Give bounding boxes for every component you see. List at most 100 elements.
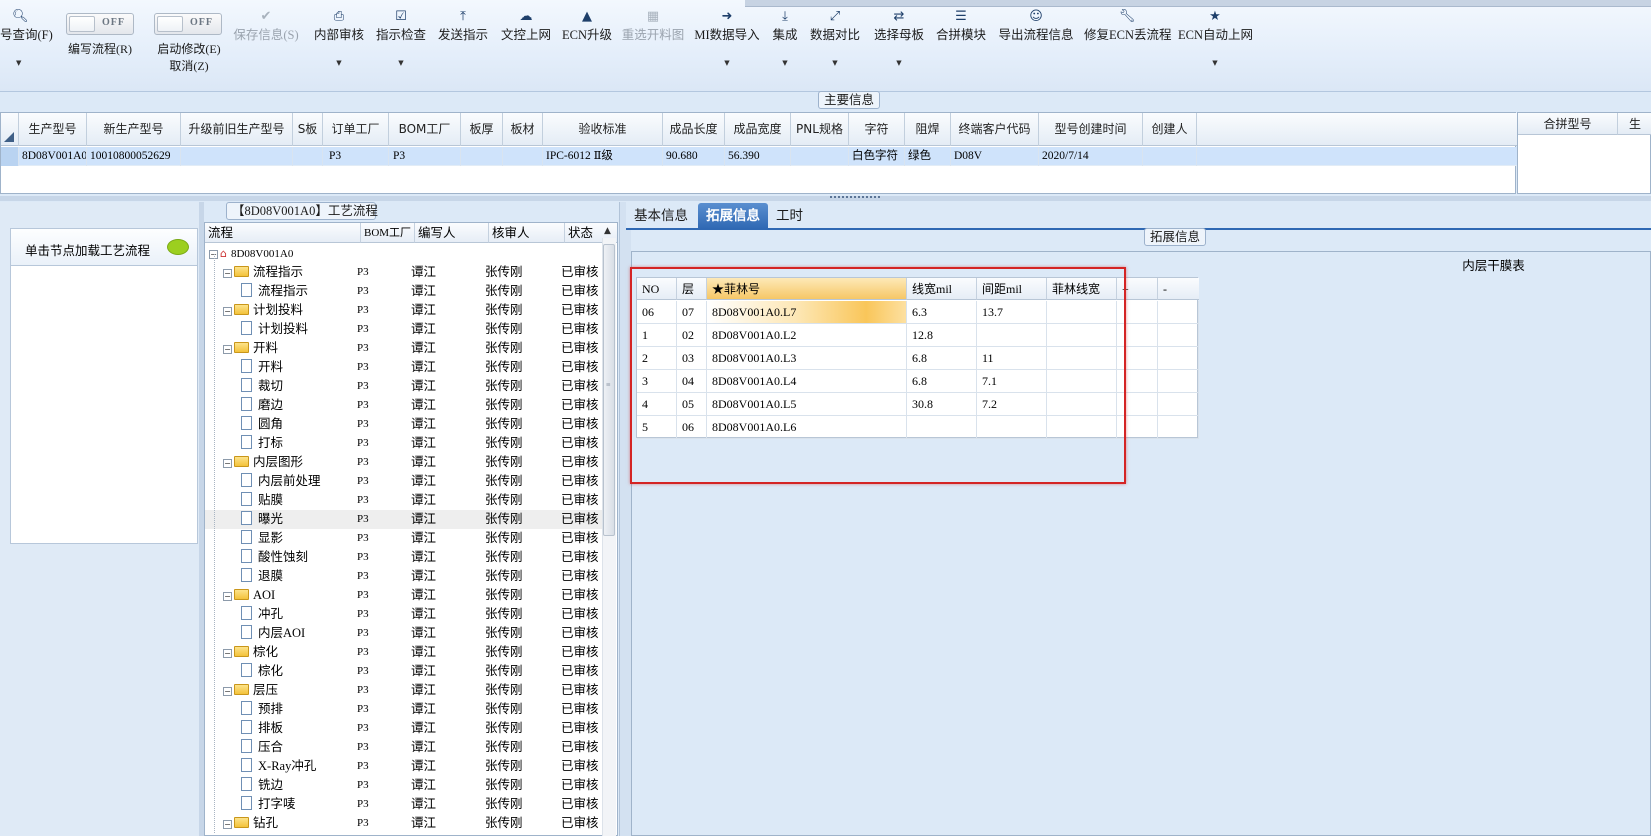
tree-row[interactable]: 压合 P3 谭江 张传刚 已审核 [205, 738, 603, 757]
col-header[interactable]: BOM工厂 [361, 223, 415, 243]
tree-row[interactable]: 内层AOI P3 谭江 张传刚 已审核 [205, 624, 603, 643]
col-header[interactable]: 阻焊 [905, 113, 951, 146]
col-header[interactable]: 新生产型号 [87, 113, 181, 146]
tab-work-hours[interactable]: 工时 [768, 203, 811, 229]
collapse-icon[interactable]: − [223, 459, 232, 468]
cell[interactable]: P3 [389, 147, 461, 166]
col-header[interactable]: PNL规格 [791, 113, 849, 146]
process-flow-tree[interactable]: 流程 BOM工厂 编写人 核审人 状态 − ⌂ 8D08V001A0− 流程指示 P3 谭… [204, 222, 618, 836]
reselect-cutting-chart-button[interactable]: ▦ 重选开料图 [620, 8, 686, 86]
tree-row[interactable]: 棕化 P3 谭江 张传刚 已审核 [205, 662, 603, 681]
tree-row[interactable]: 流程指示 P3 谭江 张传刚 已审核 [205, 282, 603, 301]
col-header[interactable]: S板 [293, 113, 323, 146]
tree-row[interactable]: 内层前处理 P3 谭江 张传刚 已审核 [205, 472, 603, 491]
dropdown-arrow-icon[interactable]: ▼ [1178, 58, 1252, 68]
tree-row[interactable]: 打标 P3 谭江 张传刚 已审核 [205, 434, 603, 453]
tree-row[interactable]: 贴膜 P3 谭江 张传刚 已审核 [205, 491, 603, 510]
dropdown-arrow-icon[interactable]: ▼ [808, 58, 862, 68]
merge-model-grid[interactable]: 合拼型号 生 [1517, 112, 1651, 194]
splitter-grip-icon[interactable] [830, 196, 880, 200]
tree-row[interactable]: 打字唛 P3 谭江 张传刚 已审核 [205, 795, 603, 814]
dropdown-arrow-icon[interactable]: ▼ [374, 58, 428, 68]
cell[interactable]: 绿色 [905, 147, 951, 166]
mi-data-import-button[interactable]: ➜ MI数据导入 ▼ [694, 8, 760, 86]
collapse-icon[interactable]: − [223, 345, 232, 354]
cell[interactable]: 8D08V001A0 [19, 147, 87, 166]
dropdown-arrow-icon[interactable]: ▼ [872, 58, 926, 68]
col-header[interactable]: 核审人 [489, 223, 565, 243]
film-cell[interactable] [1158, 347, 1199, 369]
col-header[interactable]: BOM工厂 [389, 113, 461, 146]
dropdown-arrow-icon[interactable]: ▼ [312, 58, 366, 68]
tree-row[interactable]: − AOI P3 谭江 张传刚 已审核 [205, 586, 603, 605]
tree-row[interactable]: − ⌂ 8D08V001A0 [205, 244, 603, 263]
col-header[interactable]: 生产型号 [19, 113, 87, 146]
select-all-icon[interactable] [4, 132, 14, 142]
tree-row[interactable]: 开料 P3 谭江 张传刚 已审核 [205, 358, 603, 377]
repair-ecn-lost-flow-button[interactable]: 🔧︎ 修复ECN丢流程 [1084, 8, 1172, 86]
film-cell[interactable] [1158, 393, 1199, 415]
dropdown-arrow-icon[interactable]: ▼ [770, 58, 800, 68]
tab-basic-info[interactable]: 基本信息 [626, 203, 696, 229]
tree-row[interactable]: X-Ray冲孔 P3 谭江 张传刚 已审核 [205, 757, 603, 776]
cell[interactable]: 90.680 [663, 147, 725, 166]
cell[interactable]: P3 [323, 147, 389, 166]
collapse-icon[interactable]: − [223, 307, 232, 316]
horizontal-splitter[interactable] [0, 196, 1651, 201]
load-process-flow-button[interactable]: 单击节点加载工艺流程 [10, 228, 198, 266]
cell[interactable]: 2020/7/14 [1039, 147, 1143, 166]
cell[interactable] [181, 147, 293, 166]
ecn-upgrade-button[interactable]: ▲ ECN升级 [562, 8, 612, 86]
tree-row[interactable]: − 棕化 P3 谭江 张传刚 已审核 [205, 643, 603, 662]
export-flow-info-button[interactable]: ☺ 导出流程信息 [998, 8, 1074, 86]
tree-row[interactable]: − 层压 P3 谭江 张传刚 已审核 [205, 681, 603, 700]
col-header[interactable]: 字符 [849, 113, 905, 146]
edit-flow-toggle[interactable]: OFF [66, 13, 134, 35]
ecn-auto-online-button[interactable]: ★ ECN自动上网 ▼ [1178, 8, 1253, 86]
col-header[interactable]: 成品宽度 [725, 113, 791, 146]
tree-row[interactable]: 排板 P3 谭江 张传刚 已审核 [205, 719, 603, 738]
col-header[interactable]: 生 [1618, 113, 1651, 135]
tree-row[interactable]: 计划投料 P3 谭江 张传刚 已审核 [205, 320, 603, 339]
tree-row[interactable]: 冲孔 P3 谭江 张传刚 已审核 [205, 605, 603, 624]
col-header[interactable]: 订单工厂 [323, 113, 389, 146]
film-cell[interactable] [1158, 416, 1199, 438]
col-header[interactable]: 编写人 [415, 223, 489, 243]
tree-row[interactable]: − 内层图形 P3 谭江 张传刚 已审核 [205, 453, 603, 472]
send-instruction-button[interactable]: ⤒ 发送指示 [436, 8, 490, 86]
dropdown-arrow-icon[interactable]: ▼ [694, 58, 760, 68]
collapse-icon[interactable]: − [223, 592, 232, 601]
tree-row[interactable]: 铣边 P3 谭江 张传刚 已审核 [205, 776, 603, 795]
cell[interactable] [461, 147, 503, 166]
data-compare-button[interactable]: ⤢ 数据对比 ▼ [808, 8, 862, 86]
main-info-row[interactable]: 8D08V001A0 10010800052629 P3 P3 IPC-6012… [1, 147, 1517, 166]
collapse-icon[interactable]: − [223, 687, 232, 696]
col-header[interactable]: 合拼型号 [1518, 113, 1618, 135]
col-header[interactable]: - [1158, 278, 1199, 300]
cell[interactable]: 56.390 [725, 147, 791, 166]
film-cell[interactable] [1158, 324, 1199, 346]
scroll-up-icon[interactable]: ▲ [604, 226, 611, 236]
tab-extension-info[interactable]: 拓展信息 [698, 203, 768, 229]
dropdown-arrow-icon[interactable]: ▼ [0, 58, 56, 68]
tree-row[interactable]: − 流程指示 P3 谭江 张传刚 已审核 [205, 263, 603, 282]
main-info-grid[interactable]: 生产型号 新生产型号 升级前旧生产型号 S板 订单工厂 BOM工厂 板厚 板材 … [0, 112, 1517, 194]
integrate-button[interactable]: ⤓ 集成 ▼ [770, 8, 800, 86]
query-button[interactable]: 🔍︎ 号查询(F) ▼ [0, 8, 56, 86]
col-header[interactable]: 升级前旧生产型号 [181, 113, 293, 146]
col-header[interactable]: 流程 [205, 223, 361, 243]
cell[interactable]: D08V [951, 147, 1039, 166]
cell[interactable]: 10010800052629 [87, 147, 181, 166]
tree-row[interactable]: 裁切 P3 谭江 张传刚 已审核 [205, 377, 603, 396]
tree-row[interactable]: − 开料 P3 谭江 张传刚 已审核 [205, 339, 603, 358]
film-cell[interactable] [1158, 370, 1199, 392]
doc-control-online-button[interactable]: ☁ 文控上网 [498, 8, 554, 86]
cell[interactable]: IPC-6012 Ⅱ级 [543, 147, 663, 166]
tree-row[interactable]: 圆角 P3 谭江 张传刚 已审核 [205, 415, 603, 434]
col-header[interactable]: 终端客户代码 [951, 113, 1039, 146]
col-header[interactable]: 板材 [503, 113, 543, 146]
collapse-icon[interactable]: − [223, 820, 232, 829]
tree-row[interactable]: 曝光 P3 谭江 张传刚 已审核 [205, 510, 603, 529]
cancel-modify-button[interactable]: 取消(Z) [146, 57, 232, 74]
cell[interactable]: 白色字符 [849, 147, 905, 166]
